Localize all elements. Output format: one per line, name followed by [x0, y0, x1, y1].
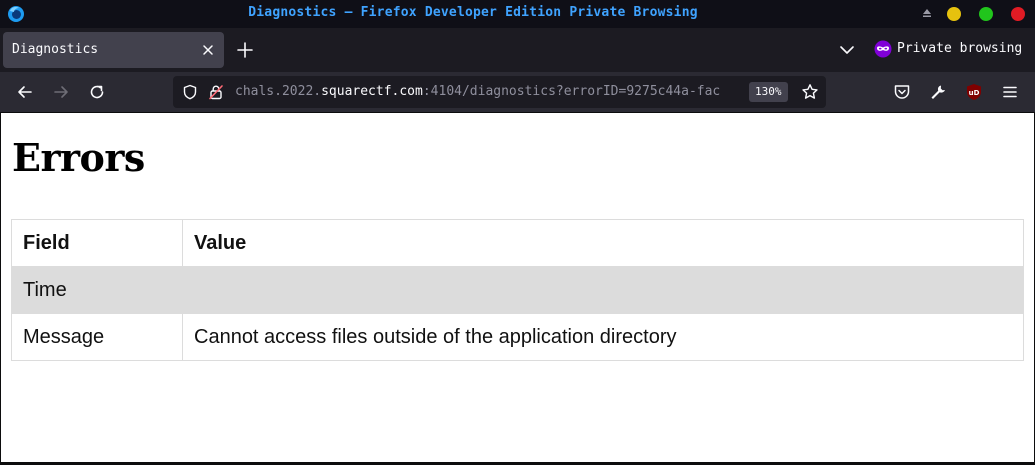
insecure-lock-icon[interactable]	[208, 84, 224, 100]
maximize-button[interactable]	[979, 7, 993, 21]
ublock-origin-icon[interactable]: uD	[964, 82, 984, 102]
field-cell: Message	[11, 313, 183, 361]
star-icon[interactable]	[801, 83, 819, 101]
table-header-row: Field Value	[11, 219, 1024, 267]
chevron-down-icon[interactable]	[839, 42, 855, 58]
value-cell: Cannot access files outside of the appli…	[182, 313, 1024, 361]
url-domain: squarectf.com	[321, 84, 423, 99]
private-mask-icon	[874, 40, 892, 58]
column-header-value: Value	[182, 219, 1024, 267]
tab-bar: Diagnostics Private browsing	[0, 28, 1035, 72]
close-window-button[interactable]	[1011, 7, 1025, 21]
svg-text:uD: uD	[969, 89, 980, 97]
tab-label: Diagnostics	[12, 42, 99, 57]
column-header-field: Field	[11, 219, 183, 267]
private-browsing-label: Private browsing	[897, 41, 1023, 56]
minimize-button[interactable]	[947, 7, 961, 21]
back-arrow-icon[interactable]	[15, 82, 35, 102]
close-icon[interactable]	[201, 43, 215, 57]
zoom-level-button[interactable]: 130%	[749, 82, 788, 102]
wrench-icon[interactable]	[928, 82, 948, 102]
field-cell: Time	[11, 266, 183, 314]
navigation-toolbar: chals.2022.squarectf.com:4104/diagnostic…	[0, 72, 1035, 112]
shield-icon[interactable]	[182, 84, 198, 100]
forward-arrow-icon[interactable]	[51, 82, 71, 102]
table-row: Time	[11, 266, 1024, 314]
errors-table: Field Value Time Message Cannot access f…	[11, 219, 1024, 361]
reload-icon[interactable]	[87, 82, 107, 102]
hamburger-menu-icon[interactable]	[1000, 82, 1020, 102]
url-prefix: chals.2022.	[235, 84, 322, 99]
url-bar[interactable]: chals.2022.squarectf.com:4104/diagnostic…	[173, 76, 826, 108]
title-bar: Diagnostics — Firefox Developer Edition …	[0, 0, 1035, 28]
url-text[interactable]: chals.2022.squarectf.com:4104/diagnostic…	[235, 84, 745, 99]
pocket-icon[interactable]	[892, 82, 912, 102]
url-path: :4104/diagnostics?errorID=9275c44a-fac	[422, 84, 721, 99]
table-row: Message Cannot access files outside of t…	[11, 313, 1024, 361]
window-title: Diagnostics — Firefox Developer Edition …	[248, 5, 698, 20]
eject-icon[interactable]	[921, 7, 933, 19]
page-content: Errors Field Value Time Message Cannot a…	[1, 113, 1034, 462]
value-cell	[182, 266, 1024, 314]
tab-diagnostics[interactable]: Diagnostics	[3, 32, 224, 68]
page-title: Errors	[12, 135, 145, 180]
plus-icon[interactable]	[236, 41, 254, 59]
